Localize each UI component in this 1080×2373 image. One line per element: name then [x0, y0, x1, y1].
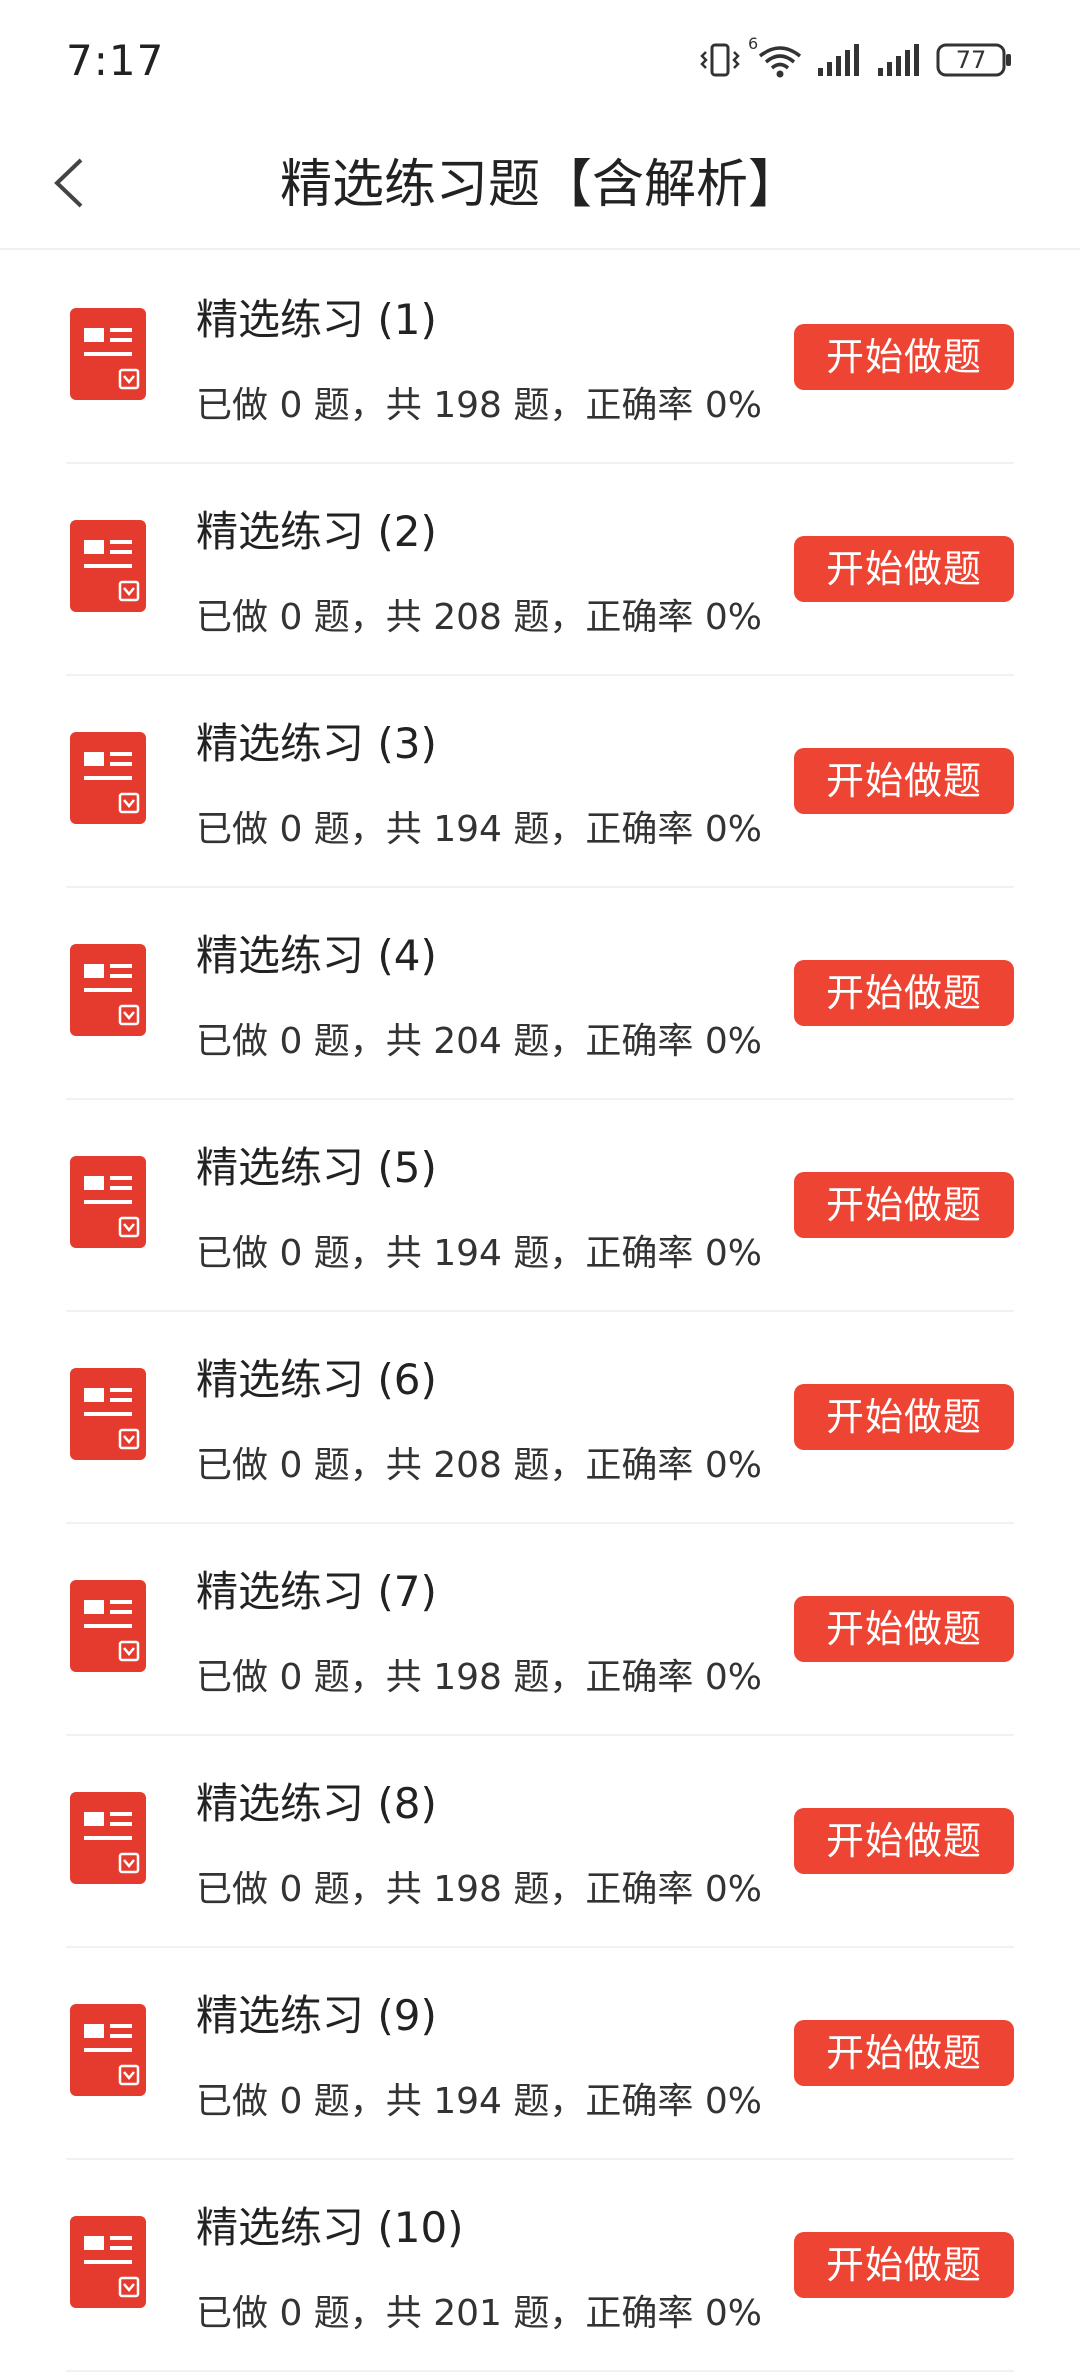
battery-level: 77 — [955, 46, 987, 74]
document-icon — [70, 520, 146, 612]
status-icons: 6 77 — [700, 34, 1014, 79]
item-title: 精选练习 (4) — [196, 931, 437, 980]
document-icon — [70, 1580, 146, 1672]
item-stats: 已做 0 题，共 198 题，正确率 0% — [196, 385, 762, 426]
list-item: 精选练习 (4) 已做 0 题，共 204 题，正确率 0% 开始做题 — [66, 888, 1014, 1100]
item-title: 精选练习 (5) — [196, 1143, 437, 1192]
start-button[interactable]: 开始做题 — [794, 1596, 1014, 1662]
start-button[interactable]: 开始做题 — [794, 1384, 1014, 1450]
document-icon — [70, 2004, 146, 2096]
item-title: 精选练习 (7) — [196, 1567, 437, 1616]
document-icon — [70, 1156, 146, 1248]
item-title: 精选练习 (10) — [196, 2203, 464, 2252]
wifi-icon: 6 — [748, 34, 802, 78]
start-button[interactable]: 开始做题 — [794, 1808, 1014, 1874]
status-time: 7:17 — [66, 35, 165, 85]
document-icon — [70, 1792, 146, 1884]
list-item: 精选练习 (7) 已做 0 题，共 198 题，正确率 0% 开始做题 — [66, 1524, 1014, 1736]
list-item: 精选练习 (5) 已做 0 题，共 194 题，正确率 0% 开始做题 — [66, 1100, 1014, 1312]
list-item: 精选练习 (10) 已做 0 题，共 201 题，正确率 0% 开始做题 — [66, 2160, 1014, 2372]
start-button[interactable]: 开始做题 — [794, 536, 1014, 602]
list-item: 精选练习 (3) 已做 0 题，共 194 题，正确率 0% 开始做题 — [66, 676, 1014, 888]
status-bar: 7:17 6 77 — [0, 0, 1080, 120]
item-stats: 已做 0 题，共 204 题，正确率 0% — [196, 1021, 762, 1062]
start-button[interactable]: 开始做题 — [794, 1172, 1014, 1238]
item-title: 精选练习 (8) — [196, 1779, 437, 1828]
item-stats: 已做 0 题，共 194 题，正确率 0% — [196, 2081, 762, 2122]
document-icon — [70, 308, 146, 400]
document-icon — [70, 732, 146, 824]
item-stats: 已做 0 题，共 198 题，正确率 0% — [196, 1869, 762, 1910]
vibrate-icon — [700, 42, 740, 78]
start-button[interactable]: 开始做题 — [794, 324, 1014, 390]
item-title: 精选练习 (3) — [196, 719, 437, 768]
start-button[interactable]: 开始做题 — [794, 2020, 1014, 2086]
item-title: 精选练习 (1) — [196, 295, 437, 344]
item-stats: 已做 0 题，共 201 题，正确率 0% — [196, 2293, 762, 2334]
list-item: 精选练习 (2) 已做 0 题，共 208 题，正确率 0% 开始做题 — [66, 464, 1014, 676]
list-item: 精选练习 (6) 已做 0 题，共 208 题，正确率 0% 开始做题 — [66, 1312, 1014, 1524]
start-button[interactable]: 开始做题 — [794, 748, 1014, 814]
wifi-label: 6 — [748, 34, 759, 53]
header: 精选练习题【含解析】 — [0, 120, 1080, 250]
list-item: 精选练习 (9) 已做 0 题，共 194 题，正确率 0% 开始做题 — [66, 1948, 1014, 2160]
list-item: 精选练习 (8) 已做 0 题，共 198 题，正确率 0% 开始做题 — [66, 1736, 1014, 1948]
item-stats: 已做 0 题，共 208 题，正确率 0% — [196, 1445, 762, 1486]
document-icon — [70, 1368, 146, 1460]
list-item: 精选练习 (1) 已做 0 题，共 198 题，正确率 0% 开始做题 — [66, 252, 1014, 464]
battery-icon: 77 — [936, 41, 1014, 79]
start-button[interactable]: 开始做题 — [794, 960, 1014, 1026]
item-stats: 已做 0 题，共 208 题，正确率 0% — [196, 597, 762, 638]
item-stats: 已做 0 题，共 198 题，正确率 0% — [196, 1657, 762, 1698]
item-stats: 已做 0 题，共 194 题，正确率 0% — [196, 1233, 762, 1274]
page-title: 精选练习题【含解析】 — [279, 155, 800, 215]
signal-icon-2 — [876, 44, 922, 76]
signal-icon-1 — [816, 44, 862, 76]
item-title: 精选练习 (6) — [196, 1355, 437, 1404]
item-stats: 已做 0 题，共 194 题，正确率 0% — [196, 809, 762, 850]
item-title: 精选练习 (2) — [196, 507, 437, 556]
start-button[interactable]: 开始做题 — [794, 2232, 1014, 2298]
item-title: 精选练习 (9) — [196, 1991, 437, 2040]
exercise-list: 精选练习 (1) 已做 0 题，共 198 题，正确率 0% 开始做题 精选练习… — [0, 252, 1080, 2372]
document-icon — [70, 2216, 146, 2308]
document-icon — [70, 944, 146, 1036]
